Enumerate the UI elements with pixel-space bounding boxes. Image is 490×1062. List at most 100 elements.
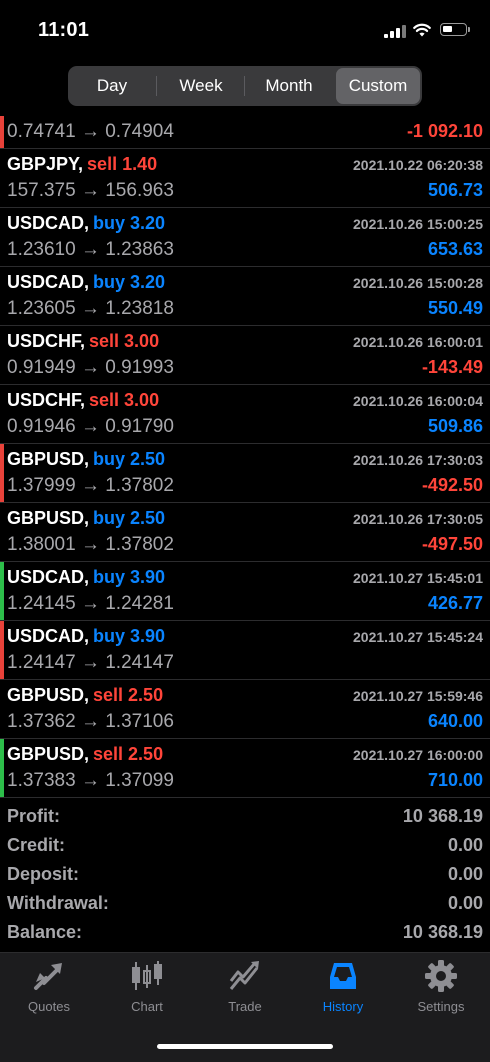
trade-side: sell 3.00: [89, 390, 160, 410]
wifi-icon: [413, 23, 431, 37]
status-time: 11:01: [38, 19, 90, 41]
period-week[interactable]: Week: [158, 68, 244, 104]
trade-row[interactable]: USDCAD, buy 3.90 2021.10.27 15:45:24 1.2414…: [0, 621, 490, 680]
trade-prices: 1.37999 → 1.37802: [7, 475, 174, 496]
tab-quotes[interactable]: Quotes: [0, 959, 98, 1029]
summary-value: 10 368.19: [402, 806, 483, 826]
trade-marker: [0, 562, 4, 620]
period-day[interactable]: Day: [70, 68, 154, 104]
trade-row[interactable]: 0.74741 → 0.74904 -1 092.10: [0, 116, 490, 149]
trade-symbol-line: USDCHF, sell 3.00: [7, 331, 159, 352]
trade-symbol-line: GBPJPY, sell 1.40: [7, 154, 157, 175]
trade-profit: 710.00: [427, 770, 483, 790]
trade-symbol: USDCAD,: [7, 272, 90, 292]
trade-symbol-line: USDCAD, buy 3.20: [7, 213, 165, 234]
trade-side: buy 2.50: [93, 449, 166, 469]
trade-time: 2021.10.27 15:45:01: [353, 570, 483, 586]
summary-label: Credit:: [7, 835, 65, 855]
tab-trade[interactable]: Trade: [196, 959, 294, 1029]
trade-symbol-line: GBPUSD, buy 2.50: [7, 449, 165, 470]
trade-row[interactable]: USDCHF, sell 3.00 2021.10.26 16:00:01 0.919…: [0, 326, 490, 385]
summary-value: 10 368.19: [402, 922, 483, 942]
trade-profit: -497.50: [421, 534, 483, 554]
trade-prices: 0.91946 → 0.91790: [7, 416, 174, 437]
trade-row[interactable]: USDCAD, buy 3.20 2021.10.26 15:00:28 1.2360…: [0, 267, 490, 326]
trade-prices: 1.37362 → 1.37106: [7, 711, 174, 732]
segment-divider: [156, 76, 157, 96]
tab-chart[interactable]: Chart: [98, 959, 196, 1029]
trade-side: buy 3.20: [93, 213, 166, 233]
trade-symbol-line: GBPUSD, buy 2.50: [7, 508, 165, 529]
history-list: 0.74741 → 0.74904 -1 092.10 GBPJPY, sell 1.…: [0, 116, 490, 798]
trade-symbol: GBPJPY,: [7, 154, 84, 174]
trade-side: buy 2.50: [93, 508, 166, 528]
trade-prices: 1.23610 → 1.23863: [7, 239, 174, 260]
tab-label: History: [322, 999, 364, 1014]
trade-icon: [196, 959, 294, 993]
trade-prices: 1.23605 → 1.23818: [7, 298, 174, 319]
trade-profit: 426.77: [427, 593, 483, 613]
trade-symbol: USDCHF,: [7, 331, 86, 351]
trade-profit: -1 092.10: [406, 121, 483, 141]
summary-balance: Balance: 10 368.19: [0, 919, 490, 948]
trade-marker: [0, 621, 4, 679]
trade-row[interactable]: GBPUSD, buy 2.50 2021.10.26 17:30:05 1.3800…: [0, 503, 490, 562]
segment-divider: [244, 76, 245, 96]
trade-time: 2021.10.26 15:00:25: [353, 216, 483, 232]
battery-icon: [440, 23, 467, 36]
trade-symbol: USDCAD,: [7, 213, 90, 233]
trade-row[interactable]: USDCAD, buy 3.20 2021.10.26 15:00:25 1.2361…: [0, 208, 490, 267]
trade-profit: 653.63: [427, 239, 483, 259]
trade-symbol-line: GBPUSD, sell 2.50: [7, 744, 163, 765]
trade-prices: 1.24147 → 1.24147: [7, 652, 174, 673]
trade-symbol: USDCAD,: [7, 626, 90, 646]
trade-time: 2021.10.26 15:00:28: [353, 275, 483, 291]
trade-profit: 509.86: [427, 416, 483, 436]
trade-time: 2021.10.27 15:45:24: [353, 629, 483, 645]
trade-symbol-line: USDCAD, buy 3.90: [7, 567, 165, 588]
trade-time: 2021.10.22 06:20:38: [353, 157, 483, 173]
tab-label: Trade: [228, 999, 262, 1014]
trade-time: 2021.10.26 16:00:01: [353, 334, 483, 350]
trade-row[interactable]: GBPJPY, sell 1.40 2021.10.22 06:20:38 157.3…: [0, 149, 490, 208]
trade-prices: 1.24145 → 1.24281: [7, 593, 174, 614]
trade-symbol-line: USDCHF, sell 3.00: [7, 390, 159, 411]
tab-history[interactable]: History: [294, 959, 392, 1029]
trade-symbol-line: GBPUSD, sell 2.50: [7, 685, 163, 706]
trade-symbol: GBPUSD,: [7, 685, 90, 705]
period-month[interactable]: Month: [246, 68, 332, 104]
summary-deposit: Deposit: 0.00: [0, 861, 490, 890]
trade-row[interactable]: GBPUSD, sell 2.50 2021.10.27 16:00:00 1.373…: [0, 739, 490, 798]
trade-profit: 640.00: [427, 711, 483, 731]
tab-settings[interactable]: Settings: [392, 959, 490, 1029]
summary-value: 0.00: [447, 893, 483, 913]
trade-side: buy 3.90: [93, 567, 166, 587]
trade-row[interactable]: GBPUSD, sell 2.50 2021.10.27 15:59:46 1.373…: [0, 680, 490, 739]
trade-profit: 550.49: [427, 298, 483, 318]
trade-time: 2021.10.26 16:00:04: [353, 393, 483, 409]
status-bar: 11:01: [0, 0, 490, 62]
home-indicator: [157, 1044, 333, 1049]
trade-prices: 1.38001 → 1.37802: [7, 534, 174, 555]
history-icon: [294, 959, 392, 993]
summary-withdrawal: Withdrawal: 0.00: [0, 890, 490, 919]
trade-side: sell 2.50: [93, 685, 164, 705]
period-custom[interactable]: Custom: [336, 68, 420, 104]
trade-profit: -143.49: [421, 357, 483, 377]
quotes-icon: [0, 959, 98, 993]
trade-prices: 0.74741 → 0.74904: [7, 121, 174, 142]
summary-label: Withdrawal:: [7, 893, 109, 913]
trade-symbol-line: USDCAD, buy 3.20: [7, 272, 165, 293]
summary-profit: Profit: 10 368.19: [0, 803, 490, 832]
tab-label: Settings: [417, 999, 465, 1014]
trade-row[interactable]: USDCHF, sell 3.00 2021.10.26 16:00:04 0.919…: [0, 385, 490, 444]
trade-row[interactable]: USDCAD, buy 3.90 2021.10.27 15:45:01 1.2414…: [0, 562, 490, 621]
trade-symbol-line: USDCAD, buy 3.90: [7, 626, 165, 647]
trade-side: sell 2.50: [93, 744, 164, 764]
cellular-signal-icon: [384, 24, 406, 38]
trade-symbol: GBPUSD,: [7, 449, 90, 469]
trade-row[interactable]: GBPUSD, buy 2.50 2021.10.26 17:30:03 1.3799…: [0, 444, 490, 503]
summary-credit: Credit: 0.00: [0, 832, 490, 861]
summary-value: 0.00: [447, 864, 483, 884]
summary-value: 0.00: [447, 835, 483, 855]
